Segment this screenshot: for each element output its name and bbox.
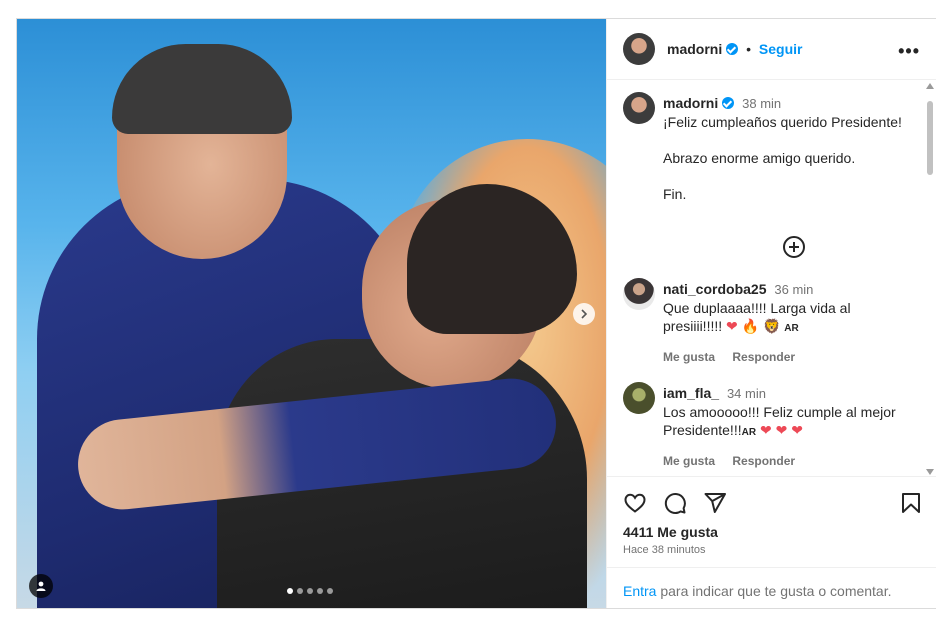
comment-reply-button[interactable]: Responder <box>732 350 795 364</box>
comment-like-button[interactable]: Me gusta <box>663 350 715 364</box>
caption-line: ¡Feliz cumpleaños querido Presidente! <box>663 114 902 130</box>
heart-icon[interactable] <box>623 491 647 515</box>
comment-item: nati_cordoba25 36 min Que duplaaaa!!!! L… <box>623 278 913 368</box>
tag-user-button[interactable] <box>29 574 53 598</box>
carousel-dot <box>307 588 313 594</box>
caption: madorni 38 min ¡Feliz cumpleaños querido… <box>623 92 913 282</box>
post-timestamp[interactable]: Hace 38 minutos <box>623 544 706 556</box>
action-bar <box>623 491 923 517</box>
scrollbar-thumb[interactable] <box>927 101 933 175</box>
share-icon[interactable] <box>703 491 727 515</box>
chevron-right-icon <box>581 309 588 319</box>
carousel-indicator <box>287 588 333 594</box>
next-image-button[interactable] <box>573 303 595 325</box>
separator-dot: • <box>746 41 752 57</box>
caption-body: madorni 38 min ¡Feliz cumpleaños querido… <box>663 94 913 221</box>
verified-icon <box>726 43 739 55</box>
comment-body: iam_fla_ 34 min Los amooooo!!! Feliz cum… <box>663 384 913 470</box>
verified-icon <box>722 97 735 109</box>
login-prompt: Entra para indicar que te gusta o coment… <box>607 567 936 610</box>
post-header: madorni • Seguir ••• <box>607 19 936 80</box>
post-photo[interactable] <box>17 19 606 608</box>
caption-username[interactable]: madorni <box>663 95 718 111</box>
comment-actions: Me gusta Responder <box>663 452 913 470</box>
comment-username[interactable]: iam_fla_ <box>663 385 719 401</box>
login-link[interactable]: Entra <box>623 583 656 599</box>
bookmark-icon[interactable] <box>899 491 923 515</box>
comment-time: 34 min <box>726 386 766 401</box>
author-avatar[interactable] <box>623 92 655 124</box>
person-suit-hair <box>112 44 292 134</box>
post-footer: 4411 Me gusta Hace 38 minutos Entra para… <box>607 476 936 609</box>
flag-emoji: AR <box>784 323 799 334</box>
post-sidebar: madorni • Seguir ••• madorni 38 min ¡Fel… <box>606 19 936 608</box>
carousel-dot <box>327 588 333 594</box>
comment-item: iam_fla_ 34 min Los amooooo!!! Feliz cum… <box>623 382 913 472</box>
scroll-down-arrow[interactable] <box>926 469 934 475</box>
header-meta: madorni • Seguir <box>667 41 803 57</box>
caption-time: 38 min <box>742 96 782 111</box>
carousel-dot <box>317 588 323 594</box>
comment-icon[interactable] <box>663 491 687 515</box>
add-comment-icon[interactable] <box>783 236 805 258</box>
carousel-dot <box>297 588 303 594</box>
follow-button[interactable]: Seguir <box>759 41 803 57</box>
login-message: para indicar que te gusta o comentar. <box>656 583 892 599</box>
comment-emojis: ❤ 🔥 🦁 <box>726 318 781 334</box>
comment-body: nati_cordoba25 36 min Que duplaaaa!!!! L… <box>663 280 913 366</box>
post-container: madorni • Seguir ••• madorni 38 min ¡Fel… <box>16 18 936 609</box>
comment-emojis: ❤ ❤ ❤ <box>759 422 803 438</box>
carousel-dot <box>287 588 293 594</box>
comment-actions: Me gusta Responder <box>663 348 913 366</box>
flag-emoji: AR <box>741 427 757 438</box>
commenter-avatar[interactable] <box>623 382 655 414</box>
commenter-avatar[interactable] <box>623 278 655 310</box>
comments-scroll-area[interactable]: madorni 38 min ¡Feliz cumpleaños querido… <box>607 80 936 476</box>
author-username[interactable]: madorni <box>667 41 722 57</box>
caption-line: Fin. <box>663 186 687 202</box>
caption-line: Abrazo enorme amigo querido. <box>663 150 856 166</box>
comment-reply-button[interactable]: Responder <box>732 454 795 468</box>
scroll-up-arrow[interactable] <box>926 83 934 89</box>
comment-username[interactable]: nati_cordoba25 <box>663 281 766 297</box>
more-options-button[interactable]: ••• <box>898 41 920 62</box>
comment-time: 36 min <box>774 282 814 297</box>
comment-like-button[interactable]: Me gusta <box>663 454 715 468</box>
author-avatar[interactable] <box>623 33 655 65</box>
likes-count[interactable]: 4411 Me gusta <box>623 524 718 540</box>
scrollbar[interactable] <box>926 83 934 475</box>
tag-user-icon <box>36 581 46 591</box>
login-text: Entra para indicar que te gusta o coment… <box>623 583 892 599</box>
